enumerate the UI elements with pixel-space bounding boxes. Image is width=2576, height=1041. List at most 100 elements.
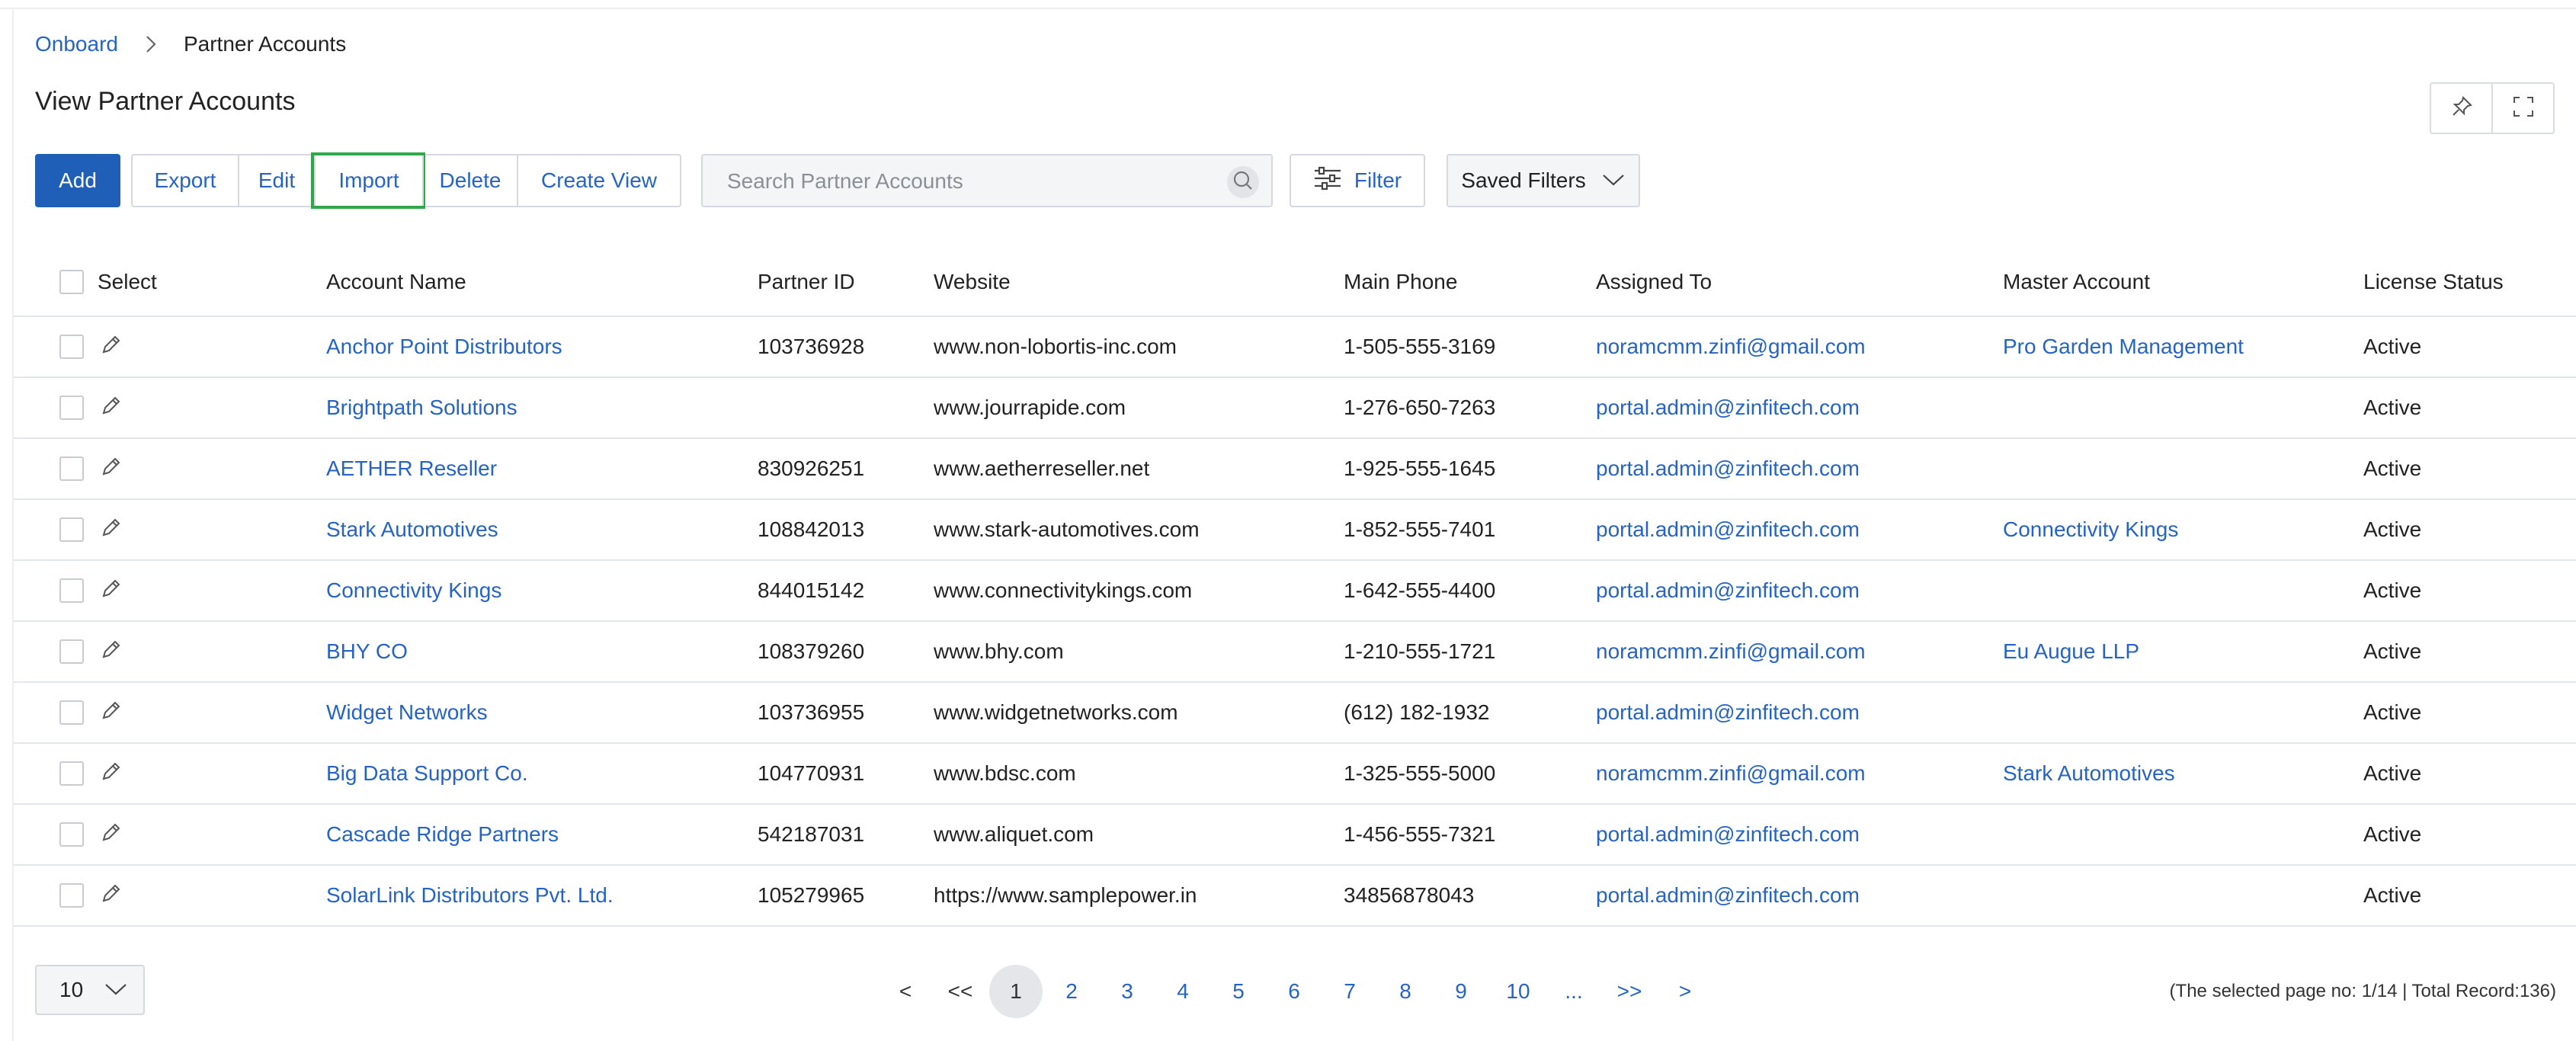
main-phone-cell: 1-642-555-4400 [1344, 578, 1496, 602]
add-button[interactable]: Add [35, 154, 120, 207]
breadcrumb-onboard-link[interactable]: Onboard [35, 32, 118, 56]
master-account-link[interactable]: Connectivity Kings [2003, 500, 2178, 559]
first-page-button[interactable]: << [934, 965, 987, 1018]
edit-row-button[interactable] [99, 744, 123, 803]
search-button[interactable] [1227, 166, 1259, 198]
page-1-button[interactable]: 1 [989, 965, 1043, 1018]
breadcrumb-current: Partner Accounts [183, 32, 347, 56]
filter-button[interactable]: Filter [1290, 154, 1425, 207]
row-checkbox[interactable] [59, 396, 84, 420]
page-4-button[interactable]: 4 [1156, 965, 1210, 1018]
assigned-to-link[interactable]: noramcmm.zinfi@gmail.com [1596, 317, 1866, 376]
account-name-link[interactable]: BHY CO [326, 622, 408, 681]
page-8-button[interactable]: 8 [1379, 965, 1432, 1018]
pagination-bar: 10 < << 1 2 3 4 5 6 7 8 9 10... >> > (The selected pa… [0, 965, 2576, 1018]
pencil-icon [99, 820, 123, 850]
page-ellipsis[interactable]: ... [1547, 965, 1600, 1018]
header-account-name[interactable]: Account Name [326, 248, 466, 316]
page-10-button[interactable]: 10 [1491, 965, 1545, 1018]
header-master-account[interactable]: Master Account [2003, 248, 2150, 316]
assigned-to-link[interactable]: portal.admin@zinfitech.com [1596, 439, 1860, 498]
delete-button[interactable]: Delete [422, 155, 517, 206]
header-main-phone[interactable]: Main Phone [1344, 248, 1457, 316]
row-checkbox[interactable] [59, 578, 84, 603]
row-checkbox[interactable] [59, 456, 84, 481]
pin-button[interactable] [2431, 84, 2491, 133]
row-checkbox[interactable] [59, 335, 84, 359]
table-row[interactable]: Big Data Support Co. 104770931 www.bdsc.co… [14, 744, 2576, 805]
main-phone-cell: (612) 182-1932 [1344, 700, 1490, 724]
table-row[interactable]: Stark Automotives 108842013 www.stark-auto… [14, 500, 2576, 561]
assigned-to-link[interactable]: noramcmm.zinfi@gmail.com [1596, 744, 1866, 803]
table-row[interactable]: SolarLink Distributors Pvt. Ltd. 10527996… [14, 866, 2576, 927]
account-name-link[interactable]: Cascade Ridge Partners [326, 805, 559, 864]
header-license-status[interactable]: License Status [2363, 248, 2504, 316]
page-size-select[interactable]: 10 [35, 965, 145, 1015]
export-button[interactable]: Export [133, 155, 238, 206]
next-page-button[interactable]: > [1658, 965, 1712, 1018]
search-input[interactable] [726, 163, 1201, 200]
assigned-to-link[interactable]: portal.admin@zinfitech.com [1596, 683, 1860, 742]
table-row[interactable]: Cascade Ridge Partners 542187031 www.aliqu… [14, 805, 2576, 866]
page-6-button[interactable]: 6 [1267, 965, 1321, 1018]
header-partner-id[interactable]: Partner ID [758, 248, 855, 316]
create-view-button[interactable]: Create View [517, 155, 680, 206]
page-5-button[interactable]: 5 [1212, 965, 1265, 1018]
row-checkbox[interactable] [59, 883, 84, 908]
edit-row-button[interactable] [99, 805, 123, 864]
account-name-link[interactable]: Big Data Support Co. [326, 744, 528, 803]
master-account-link[interactable]: Pro Garden Management [2003, 317, 2244, 376]
row-checkbox[interactable] [59, 517, 84, 542]
edit-row-button[interactable] [99, 500, 123, 559]
table-row[interactable]: Anchor Point Distributors 103736928 www.no… [14, 317, 2576, 378]
page-2-button[interactable]: 2 [1045, 965, 1098, 1018]
account-name-link[interactable]: AETHER Reseller [326, 439, 497, 498]
edit-row-button[interactable] [99, 317, 123, 376]
fullscreen-button[interactable] [2491, 84, 2553, 133]
view-controls [2430, 82, 2555, 134]
row-checkbox[interactable] [59, 761, 84, 786]
header-website[interactable]: Website [934, 248, 1011, 316]
edit-button[interactable]: Edit [238, 155, 314, 206]
assigned-to-link[interactable]: portal.admin@zinfitech.com [1596, 805, 1860, 864]
edit-row-button[interactable] [99, 683, 123, 742]
edit-row-button[interactable] [99, 622, 123, 681]
edit-row-button[interactable] [99, 378, 123, 437]
account-name-link[interactable]: Brightpath Solutions [326, 378, 517, 437]
prev-page-button[interactable]: < [879, 965, 932, 1018]
table-row[interactable]: Widget Networks 103736955 www.widgetnetwor… [14, 683, 2576, 744]
assigned-to-link[interactable]: portal.admin@zinfitech.com [1596, 561, 1860, 620]
assigned-to-link[interactable]: portal.admin@zinfitech.com [1596, 378, 1860, 437]
select-all-checkbox[interactable] [59, 270, 84, 294]
next-block-button[interactable]: >> [1603, 965, 1656, 1018]
page-7-button[interactable]: 7 [1323, 965, 1376, 1018]
edit-row-button[interactable] [99, 439, 123, 498]
header-assigned-to[interactable]: Assigned To [1596, 248, 1712, 316]
row-checkbox[interactable] [59, 639, 84, 664]
account-name-link[interactable]: Anchor Point Distributors [326, 317, 562, 376]
account-name-link[interactable]: SolarLink Distributors Pvt. Ltd. [326, 866, 614, 925]
page-3-button[interactable]: 3 [1101, 965, 1154, 1018]
edit-row-button[interactable] [99, 561, 123, 620]
row-checkbox[interactable] [59, 700, 84, 725]
import-button[interactable]: Import [311, 152, 425, 209]
table-row[interactable]: Connectivity Kings 844015142 www.connectiv… [14, 561, 2576, 622]
pencil-icon [99, 332, 123, 362]
row-checkbox[interactable] [59, 822, 84, 847]
table-row[interactable]: AETHER Reseller 830926251 www.aetherresell… [14, 439, 2576, 500]
table-row[interactable]: Brightpath Solutions www.jourrapide.com 1-… [14, 378, 2576, 439]
master-account-link[interactable]: Eu Augue LLP [2003, 622, 2139, 681]
account-name-link[interactable]: Stark Automotives [326, 500, 498, 559]
account-name-link[interactable]: Widget Networks [326, 683, 488, 742]
assigned-to-link[interactable]: noramcmm.zinfi@gmail.com [1596, 622, 1866, 681]
assigned-to-link[interactable]: portal.admin@zinfitech.com [1596, 500, 1860, 559]
edit-row-button[interactable] [99, 866, 123, 925]
page-9-button[interactable]: 9 [1434, 965, 1488, 1018]
table-row[interactable]: BHY CO 108379260 www.bhy.com 1-210-555-1721… [14, 622, 2576, 683]
assigned-to-link[interactable]: portal.admin@zinfitech.com [1596, 866, 1860, 925]
account-name-link[interactable]: Connectivity Kings [326, 561, 501, 620]
saved-filters-dropdown[interactable]: Saved Filters [1447, 154, 1640, 207]
master-account-link[interactable]: Stark Automotives [2003, 744, 2175, 803]
main-phone-cell: 34856878043 [1344, 883, 1475, 907]
website-cell: www.aetherreseller.net [934, 456, 1150, 480]
